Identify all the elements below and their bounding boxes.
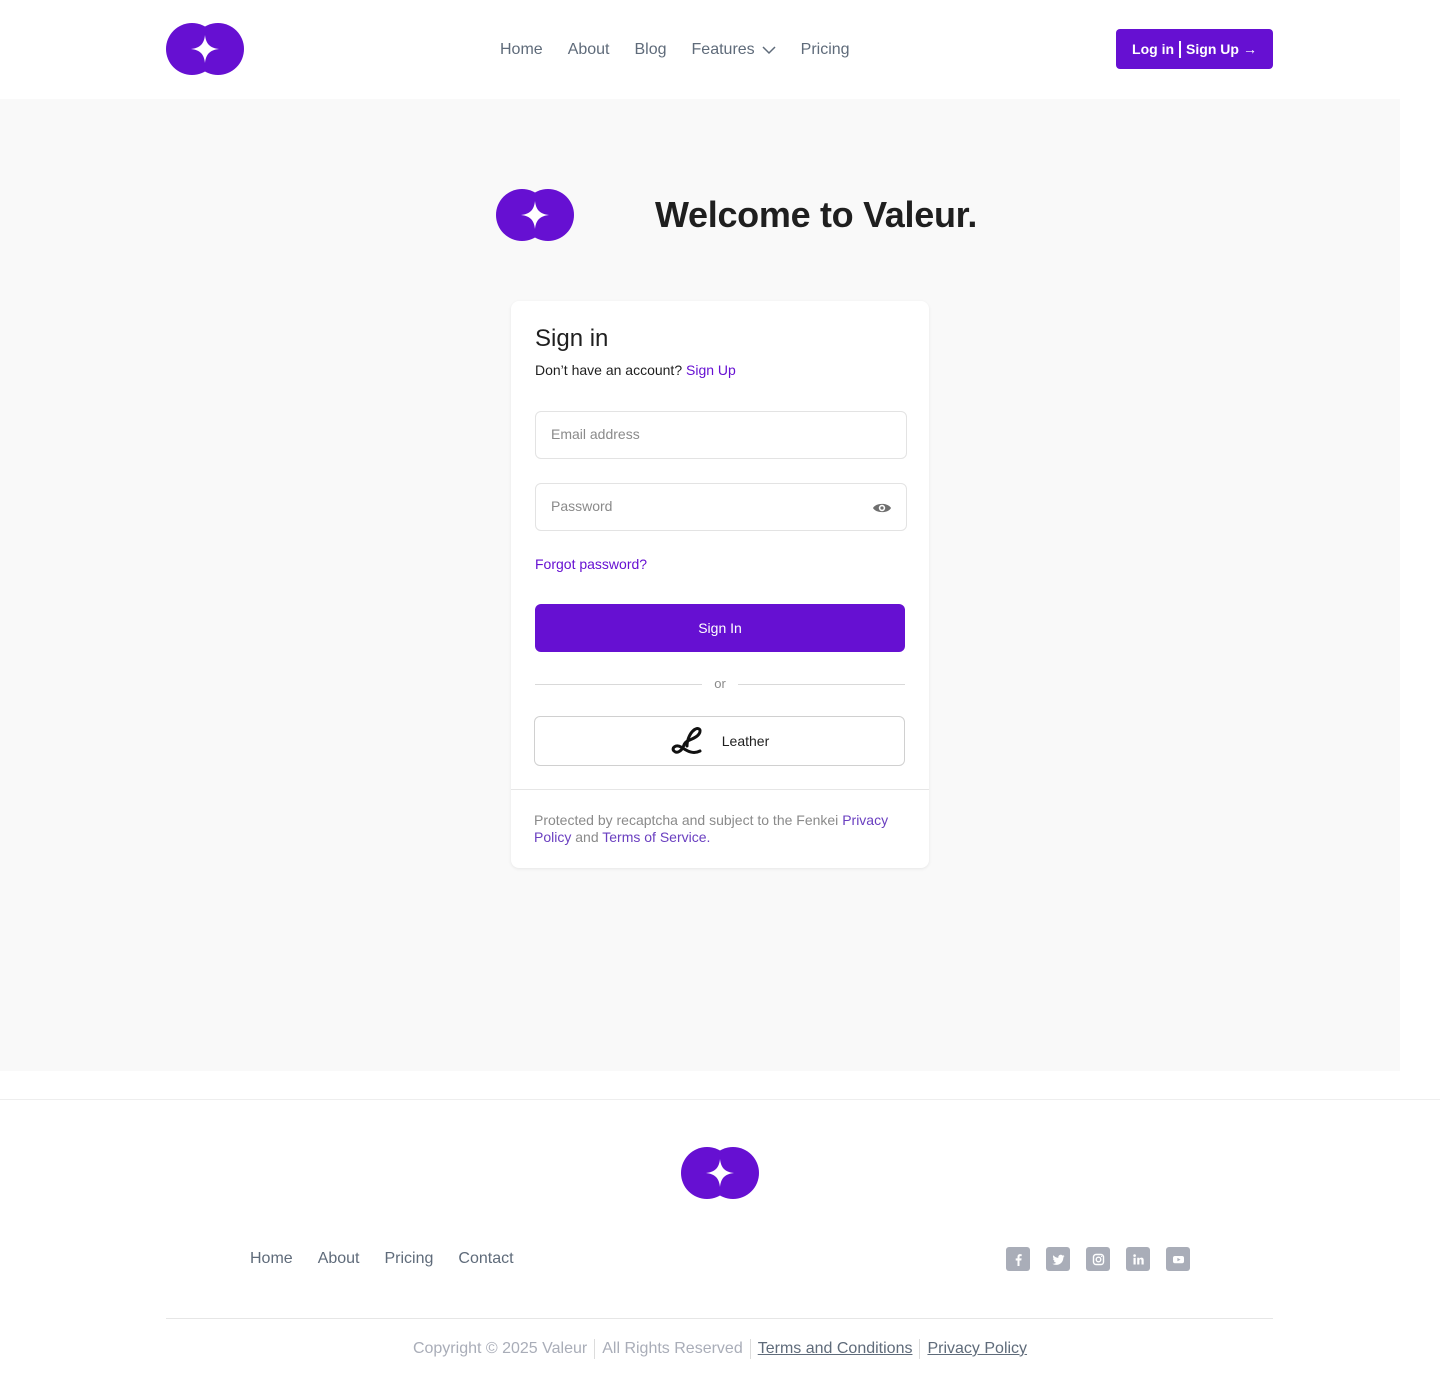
copyright-separator [594,1339,596,1359]
nav-features[interactable]: Features [692,38,776,62]
sparkle-icon [191,35,219,63]
arrow-right-icon: → [1242,41,1257,57]
signin-card: Sign in Don’t have an account? Sign Up F… [511,301,929,868]
password-field[interactable] [535,483,907,531]
nav-features-label: Features [691,41,755,58]
forgot-password-link[interactable]: Forgot password? [535,556,647,572]
legal-notice: Protected by recaptcha and subject to th… [511,789,929,846]
signin-title: Sign in [535,325,609,352]
hero-logo [496,189,574,241]
eye-icon[interactable] [872,499,892,517]
terms-conditions-link[interactable]: Terms and Conditions [758,1340,913,1357]
email-field[interactable] [535,411,907,459]
rights-text: All Rights Reserved [602,1340,743,1358]
chevron-down-icon [762,46,776,55]
twitter-icon[interactable] [1046,1247,1070,1271]
cta-separator [1179,40,1182,58]
site-header: Home About Blog Features Pricing Log in … [0,0,1440,99]
footer-divider [166,1318,1273,1319]
footer-nav: Home About Pricing Contact [250,1250,539,1268]
footer-nav-about[interactable]: About [318,1250,360,1268]
sparkle-icon [706,1159,734,1187]
login-signup-button[interactable]: Log in Sign Up → [1116,29,1273,69]
copyright-separator [919,1339,921,1359]
brand-logo[interactable] [166,23,244,75]
instagram-icon[interactable] [1086,1247,1110,1271]
nav-pricing[interactable]: Pricing [801,38,850,62]
sparkle-icon [521,201,549,229]
nav-home[interactable]: Home [500,38,543,62]
main-content: Welcome to Valeur. Sign in Don’t have an… [0,99,1400,1071]
cta-login-label: Log in [1132,41,1175,57]
signup-link[interactable]: Sign Up [686,362,736,378]
site-footer: Home About Pricing Contact Copyright © 2… [0,1099,1440,1392]
nav-blog[interactable]: Blog [635,38,667,62]
linkedin-icon[interactable] [1126,1247,1150,1271]
page-title: Welcome to Valeur. [655,194,978,235]
youtube-icon[interactable] [1166,1247,1190,1271]
password-input[interactable] [551,498,851,514]
copyright-text: Copyright © 2025 Valeur [412,1340,588,1358]
footer-nav-home[interactable]: Home [250,1250,293,1268]
facebook-icon[interactable] [1006,1247,1030,1271]
cta-signup-label: Sign Up [1186,41,1239,57]
signup-prompt: Don’t have an account? Sign Up [535,362,736,378]
copyright-bar: Copyright © 2025 Valeur All Rights Reserv… [0,1339,1440,1359]
footer-logo[interactable] [681,1147,759,1199]
terms-of-service-link[interactable]: Terms of Service. [602,829,710,845]
copyright-separator [749,1339,751,1359]
footer-nav-pricing[interactable]: Pricing [385,1250,434,1268]
leather-signin-button[interactable]: Leather [534,716,905,766]
leather-label: Leather [721,733,770,749]
main-nav: Home About Blog Features Pricing [500,38,875,62]
legal-prefix: Protected by recaptcha and subject to th… [534,812,839,828]
social-links [1006,1247,1190,1271]
leather-icon [671,727,702,754]
nav-about[interactable]: About [568,38,610,62]
legal-and: and [575,829,599,845]
footer-privacy-link[interactable]: Privacy Policy [927,1340,1027,1357]
no-account-text: Don’t have an account? [535,362,683,378]
sign-in-button[interactable]: Sign In [535,604,905,652]
divider-line-right [738,684,905,685]
or-divider: or [535,676,905,694]
email-input[interactable] [551,426,851,442]
footer-nav-contact[interactable]: Contact [458,1250,513,1268]
